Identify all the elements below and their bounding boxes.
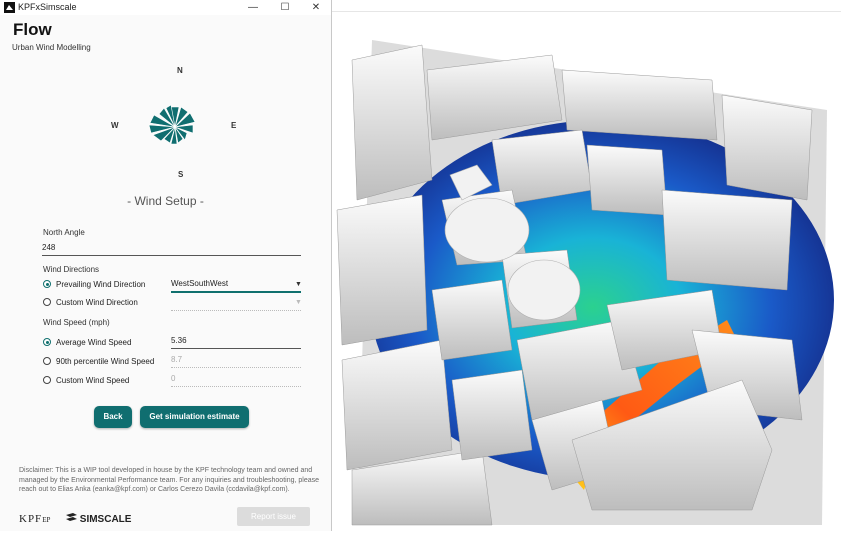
north-angle-label: North Angle xyxy=(43,228,85,237)
custom-direction-label: Custom Wind Direction xyxy=(56,298,138,307)
compass-south-label: S xyxy=(178,170,184,179)
close-button[interactable]: ✕ xyxy=(300,0,332,15)
north-angle-input[interactable]: 248 xyxy=(42,243,301,256)
wind-directions-label: Wind Directions xyxy=(43,265,100,274)
chevron-down-icon[interactable]: ▼ xyxy=(295,299,302,306)
page-subtitle: Urban Wind Modelling xyxy=(12,43,91,52)
kpf-logo-suffix: EP xyxy=(42,516,51,524)
page-title: Flow xyxy=(13,20,52,39)
prevailing-direction-label: Prevailing Wind Direction xyxy=(56,280,146,289)
app-window: KPFxSimscale — ☐ ✕ Flow Urban Wind Model… xyxy=(0,0,332,531)
window-title: KPFxSimscale xyxy=(18,2,77,12)
average-speed-label: Average Wind Speed xyxy=(56,338,132,347)
disclaimer-text: Disclaimer: This is a WIP tool developed… xyxy=(19,467,320,493)
back-button[interactable]: Back xyxy=(94,406,132,428)
average-speed-input[interactable]: 5.36 xyxy=(171,336,301,349)
p90-speed-label: 90th percentile Wind Speed xyxy=(56,357,155,366)
maximize-button[interactable]: ☐ xyxy=(269,0,301,15)
kpf-logo: KPFEP xyxy=(19,513,50,525)
simscale-logo: SIMSCALE xyxy=(66,513,131,525)
prevailing-direction-radio[interactable] xyxy=(43,280,51,288)
custom-direction-select[interactable] xyxy=(171,298,301,311)
app-logo-icon xyxy=(4,2,15,13)
custom-direction-radio[interactable] xyxy=(43,298,51,306)
p90-speed-radio[interactable] xyxy=(43,357,51,365)
average-speed-radio[interactable] xyxy=(43,338,51,346)
chevron-down-icon[interactable]: ▼ xyxy=(295,281,302,288)
minimize-button[interactable]: — xyxy=(237,0,269,15)
custom-speed-label: Custom Wind Speed xyxy=(56,376,130,385)
kpf-logo-text: KPF xyxy=(19,513,43,525)
wind-rose-chart xyxy=(148,104,196,145)
wind-flow-render xyxy=(336,40,834,526)
viewport-top-border xyxy=(332,11,841,12)
compass-west-label: W xyxy=(111,121,119,130)
title-bar: KPFxSimscale — ☐ ✕ xyxy=(0,0,331,15)
simulation-viewport[interactable] xyxy=(332,0,841,531)
compass-east-label: E xyxy=(231,121,237,130)
custom-speed-radio[interactable] xyxy=(43,376,51,384)
report-issue-button[interactable]: Report issue xyxy=(237,507,310,526)
simscale-logo-text: SIMSCALE xyxy=(79,514,132,525)
wind-speed-label: Wind Speed (mph) xyxy=(43,318,110,327)
prevailing-direction-select[interactable]: WestSouthWest xyxy=(171,279,301,293)
compass-north-label: N xyxy=(177,66,183,75)
simulation-estimate-button[interactable]: Get simulation estimate xyxy=(140,406,249,428)
section-title: - Wind Setup - xyxy=(127,194,204,208)
custom-speed-input[interactable]: 0 xyxy=(171,374,301,387)
p90-speed-input[interactable]: 8.7 xyxy=(171,355,301,368)
wind-rose: N S E W xyxy=(108,62,253,187)
simscale-mark-icon xyxy=(66,513,77,521)
